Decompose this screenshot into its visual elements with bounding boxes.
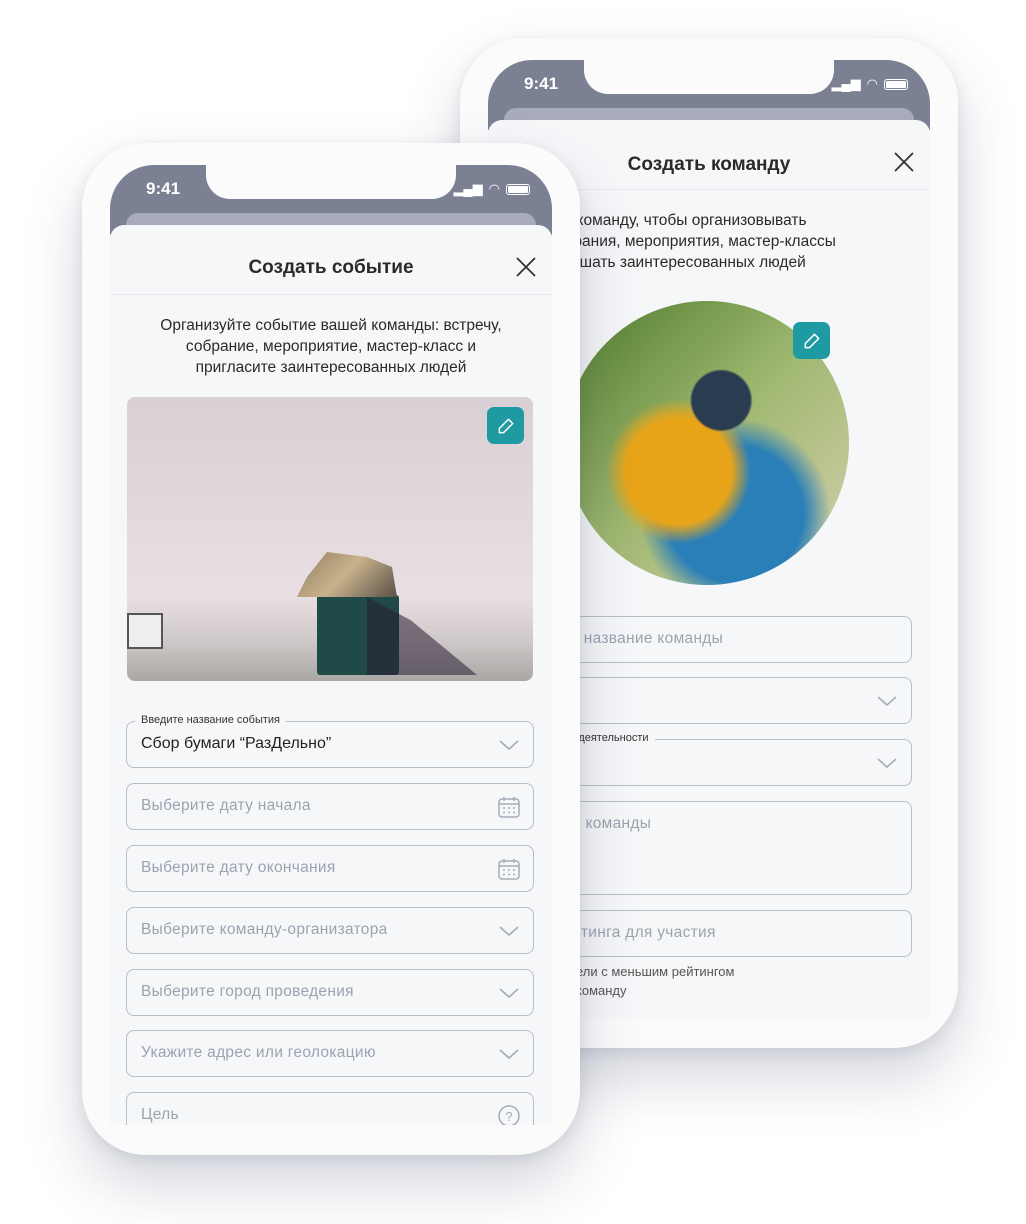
chevron-down-icon (497, 733, 521, 757)
front-phone: 9:41 ▂▄▆ ◠ Создать событие Организуйте со… (82, 143, 580, 1155)
notch (584, 60, 834, 94)
create-event-sheet: Создать событие Организуйте событие ваше… (110, 225, 552, 1125)
page-title: Создать событие (248, 257, 414, 278)
team-description-textarea[interactable]: ие команды (548, 801, 912, 895)
goal-input[interactable]: Цель (126, 1092, 534, 1125)
calendar-icon[interactable] (497, 795, 521, 819)
organizer-team-select[interactable]: Выберите команду-организатора (126, 907, 534, 954)
rating-helper-text: ели с меньшим рейтингом команду (576, 964, 735, 998)
edit-avatar-button[interactable] (793, 322, 830, 359)
battery-icon (884, 78, 908, 90)
description: Организуйте событие вашей команды: встре… (160, 317, 502, 376)
question-icon[interactable] (497, 1104, 521, 1125)
pencil-icon (802, 331, 822, 351)
edit-cover-button[interactable] (487, 407, 524, 444)
front-screen: 9:41 ▂▄▆ ◠ Создать событие Организуйте со… (110, 165, 552, 1125)
chevron-down-icon (497, 981, 521, 1005)
team-select[interactable] (548, 677, 912, 724)
city-select[interactable]: Выберите город проведения (126, 969, 534, 1016)
status-time: 9:41 (146, 179, 181, 198)
chevron-down-icon (875, 689, 899, 713)
chevron-down-icon (875, 751, 899, 775)
close-icon[interactable] (514, 255, 538, 279)
team-name-input[interactable]: те название команды (548, 616, 912, 663)
description: йте команду, чтобы организовывать собран… (548, 212, 836, 271)
signal-icon: ▂▄▆ (831, 76, 861, 91)
wifi-icon: ◠ (488, 181, 500, 196)
chevron-down-icon (497, 919, 521, 943)
pencil-icon (496, 416, 516, 436)
sheet-header: Создать событие (110, 225, 552, 295)
signal-icon: ▂▄▆ (453, 181, 483, 196)
battery-icon (506, 183, 530, 195)
close-icon[interactable] (892, 150, 916, 174)
notch (206, 165, 456, 199)
calendar-icon[interactable] (497, 857, 521, 881)
wifi-icon: ◠ (866, 76, 878, 91)
rating-input[interactable]: ейтинга для участия (548, 910, 912, 957)
activity-select[interactable]: ие деятельностиье (548, 732, 912, 786)
status-time: 9:41 (524, 74, 559, 93)
address-select[interactable]: Укажите адрес или геолокацию (126, 1030, 534, 1077)
chevron-down-icon (497, 1042, 521, 1066)
end-date-input[interactable]: Выберите дату окончания (126, 845, 534, 892)
event-name-input[interactable]: Введите название события Сбор бумаги “Раз… (126, 714, 534, 768)
start-date-input[interactable]: Выберите дату начала (126, 783, 534, 830)
event-cover-image[interactable] (127, 397, 533, 681)
